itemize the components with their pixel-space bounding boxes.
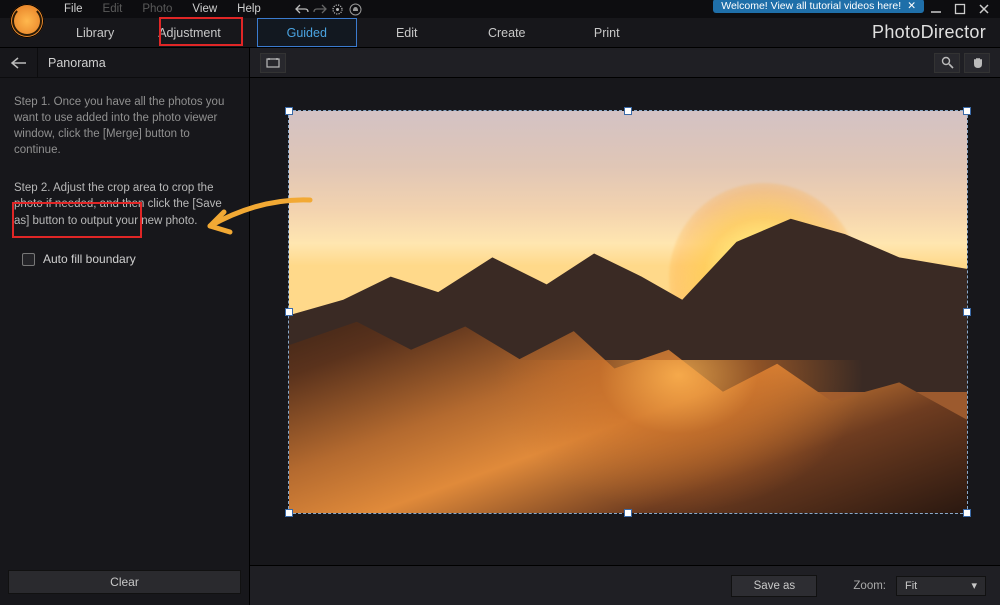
crop-handle-bm[interactable] [624, 509, 632, 517]
menu-bar: File Edit Photo View Help Welcome! View … [0, 0, 1000, 18]
tab-print[interactable]: Print [557, 18, 657, 47]
viewport [250, 78, 1000, 565]
zoom-tool-icon[interactable] [934, 53, 960, 73]
step1-text: Step 1. Once you have all the photos you… [14, 94, 235, 158]
redo-icon[interactable] [311, 3, 329, 15]
tab-create[interactable]: Create [457, 18, 557, 47]
menu-help[interactable]: Help [227, 3, 271, 15]
main-body: Panorama Step 1. Once you have all the p… [0, 48, 1000, 605]
zoom-value: Fit [905, 580, 917, 592]
window-close-icon[interactable] [978, 3, 996, 15]
window-minimize-icon[interactable] [930, 3, 948, 15]
menu-edit: Edit [93, 3, 133, 15]
hand-tool-icon[interactable] [964, 53, 990, 73]
notifications-icon[interactable] [347, 3, 365, 16]
window-maximize-icon[interactable] [954, 3, 972, 15]
menu-file[interactable]: File [54, 3, 93, 15]
sidebar-footer: Clear [0, 565, 249, 605]
menu-view[interactable]: View [182, 3, 227, 15]
canvas-toolbar [250, 48, 1000, 78]
settings-icon[interactable] [329, 3, 347, 16]
brand-label: PhotoDirector [872, 22, 986, 43]
undo-icon[interactable] [293, 3, 311, 15]
bottom-bar: Save as Zoom: Fit ▾ [250, 565, 1000, 605]
crop-handle-tm[interactable] [624, 107, 632, 115]
auto-fill-boundary-label: Auto fill boundary [43, 251, 136, 268]
crop-frame[interactable] [288, 110, 968, 514]
auto-fill-boundary-checkbox[interactable] [22, 253, 35, 266]
zoom-select[interactable]: Fit ▾ [896, 576, 986, 596]
auto-fill-boundary-row[interactable]: Auto fill boundary [14, 251, 235, 268]
clear-button[interactable]: Clear [8, 570, 241, 594]
zoom-label: Zoom: [853, 580, 886, 592]
welcome-banner-text: Welcome! View all tutorial videos here! [721, 0, 901, 12]
fullscreen-icon[interactable] [260, 53, 286, 73]
sidebar-content: Step 1. Once you have all the photos you… [0, 78, 249, 565]
crop-handle-rm[interactable] [963, 308, 971, 316]
welcome-banner-close-icon[interactable]: ✕ [907, 0, 916, 12]
sidebar-header: Panorama [0, 48, 249, 78]
step2-text: Step 2. Adjust the crop area to crop the… [14, 180, 235, 228]
canvas-area: Save as Zoom: Fit ▾ [250, 48, 1000, 605]
app-root: File Edit Photo View Help Welcome! View … [0, 0, 1000, 605]
save-as-button[interactable]: Save as [731, 575, 817, 597]
crop-handle-br[interactable] [963, 509, 971, 517]
zoom-dropdown-icon: ▾ [971, 579, 977, 592]
crop-handle-tl[interactable] [285, 107, 293, 115]
crop-handle-tr[interactable] [963, 107, 971, 115]
tab-guided[interactable]: Guided [257, 18, 357, 47]
welcome-banner[interactable]: Welcome! View all tutorial videos here! … [713, 0, 924, 13]
sidebar-title: Panorama [38, 56, 106, 70]
tab-adjustment[interactable]: Adjustment [136, 18, 243, 47]
crop-handle-lm[interactable] [285, 308, 293, 316]
back-button[interactable] [0, 48, 38, 77]
sidebar: Panorama Step 1. Once you have all the p… [0, 48, 250, 605]
tab-bar: Library Adjustment Guided Edit Create Pr… [0, 18, 1000, 48]
app-logo-icon [10, 4, 44, 38]
tab-edit[interactable]: Edit [357, 18, 457, 47]
tab-library[interactable]: Library [54, 18, 136, 47]
crop-handle-bl[interactable] [285, 509, 293, 517]
panorama-image [289, 111, 967, 513]
menu-photo: Photo [132, 3, 182, 15]
